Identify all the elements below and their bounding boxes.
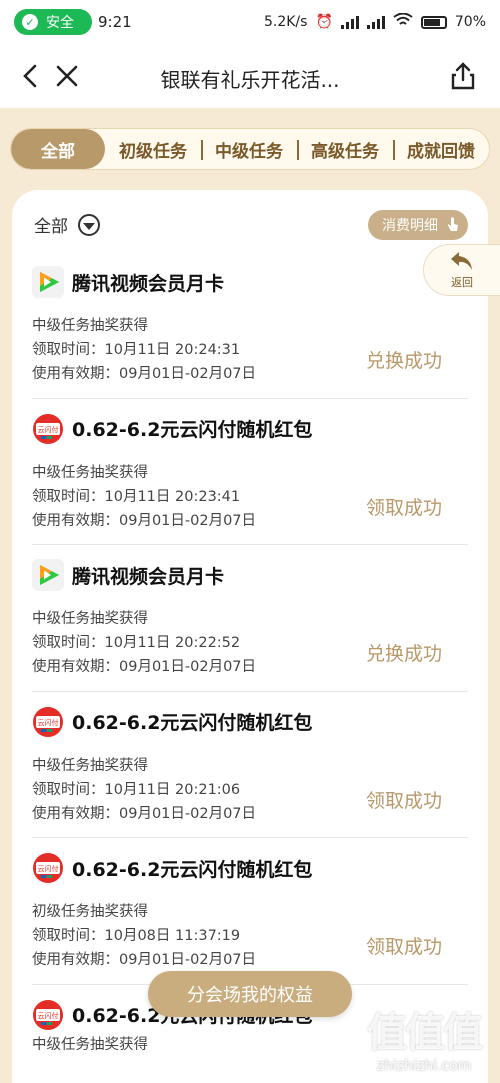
- watermark-text: zhizhizhi.com: [376, 1058, 472, 1074]
- item-status: 领取成功: [365, 936, 442, 958]
- signal-hd-icon: [366, 15, 385, 29]
- tencent-video-icon: [32, 559, 64, 591]
- item-validity: 使用有效期：09月01日-02月07日: [32, 659, 257, 675]
- close-icon: [56, 65, 78, 87]
- tab-beginner[interactable]: 初级任务: [105, 129, 201, 169]
- list-item[interactable]: 云闪付 0.62-6.2元云闪付随机红包 初级任务抽奖获得 领取时间：10月08…: [32, 838, 468, 985]
- list-item[interactable]: 云闪付 0.62-6.2元云闪付随机红包 中级任务抽奖获得 领取时间：10月11…: [32, 692, 468, 838]
- chevron-left-icon: [23, 64, 37, 88]
- item-status: 兑换成功: [365, 643, 442, 665]
- rewards-card: 全部 消费明细 腾讯视频会员月卡 中级任务抽奖获得 领取时间：10月11日 20…: [12, 190, 488, 1083]
- app-header: 银联有礼乐开花活...: [0, 44, 500, 108]
- consumption-detail-button[interactable]: 消费明细: [368, 210, 468, 240]
- safe-label: 安全: [46, 15, 74, 31]
- detail-button-label: 消费明细: [382, 218, 438, 234]
- item-title: 腾讯视频会员月卡: [72, 272, 225, 295]
- item-validity: 使用有效期：09月01日-02月07日: [32, 512, 257, 529]
- item-source: 初级任务抽奖获得: [32, 904, 148, 920]
- item-source: 中级任务抽奖获得: [32, 318, 148, 334]
- item-title: 腾讯视频会员月卡: [72, 565, 225, 588]
- item-status: 兑换成功: [365, 350, 442, 372]
- floating-back-button[interactable]: 返回: [423, 244, 500, 296]
- item-source: 中级任务抽奖获得: [32, 757, 148, 774]
- item-validity: 使用有效期：09月01日-02月07日: [32, 952, 257, 968]
- status-icons: 5.2K/s ⏰ 70%: [263, 12, 486, 31]
- cloud-quickpass-icon: 云闪付: [33, 413, 63, 444]
- svg-text:云闪付: 云闪付: [38, 864, 59, 873]
- dropdown-arrow-icon: [78, 213, 100, 236]
- item-title: 0.62-6.2元云闪付随机红包: [72, 712, 313, 734]
- list-item[interactable]: 腾讯视频会员月卡 中级任务抽奖获得 领取时间：10月11日 20:22:52 使…: [32, 545, 468, 692]
- item-received-time: 领取时间：10月11日 20:23:41: [32, 488, 241, 505]
- tencent-video-icon: [32, 266, 64, 298]
- item-source: 中级任务抽奖获得: [32, 1036, 148, 1053]
- item-title: 0.62-6.2元云闪付随机红包: [72, 419, 313, 441]
- cloud-quickpass-icon: 云闪付: [33, 999, 63, 1030]
- network-speed: 5.2K/s: [263, 14, 308, 30]
- status-time: 9:21: [98, 13, 132, 31]
- safe-indicator[interactable]: ✓ 安全: [14, 9, 92, 35]
- watermark-logo: 值值值: [367, 1010, 483, 1056]
- back-button[interactable]: [16, 58, 46, 94]
- cloud-quickpass-icon: 云闪付: [33, 706, 63, 737]
- tab-advanced[interactable]: 高级任务: [297, 129, 393, 169]
- tab-all[interactable]: 全部: [11, 129, 105, 169]
- shield-check-icon: ✓: [22, 14, 38, 30]
- filter-dropdown[interactable]: 全部: [34, 212, 100, 237]
- item-title: 0.62-6.2元云闪付随机红包: [72, 858, 313, 881]
- venue-rights-button[interactable]: 分会场我的权益: [148, 971, 352, 1017]
- item-received-time: 领取时间：10月11日 20:24:31: [32, 342, 241, 358]
- signal-icon: [340, 15, 359, 29]
- wifi-icon: [393, 12, 413, 31]
- item-status: 领取成功: [365, 789, 442, 812]
- status-bar: ✓ 安全 9:21 5.2K/s ⏰ 70%: [0, 0, 500, 44]
- alarm-icon: ⏰: [315, 14, 333, 30]
- hand-pointer-icon: [447, 217, 458, 231]
- tab-achievement[interactable]: 成就回馈: [393, 129, 489, 169]
- item-received-time: 领取时间：10月08日 11:37:19: [32, 928, 241, 944]
- page-title: 银联有礼乐开花活...: [160, 68, 340, 92]
- return-arrow-icon: [451, 252, 472, 270]
- share-button[interactable]: [448, 60, 478, 92]
- item-source: 中级任务抽奖获得: [32, 464, 148, 481]
- close-button[interactable]: [52, 58, 82, 94]
- svg-text:云闪付: 云闪付: [38, 1011, 59, 1020]
- task-tabs: 全部 初级任务 中级任务 高级任务 成就回馈: [10, 128, 490, 170]
- svg-text:云闪付: 云闪付: [38, 718, 59, 727]
- filter-label: 全部: [34, 217, 68, 237]
- svg-text:云闪付: 云闪付: [38, 425, 59, 434]
- item-validity: 使用有效期：09月01日-02月07日: [32, 366, 257, 382]
- item-status: 领取成功: [365, 496, 442, 519]
- item-received-time: 领取时间：10月11日 20:22:52: [32, 635, 241, 651]
- item-validity: 使用有效期：09月01日-02月07日: [32, 805, 257, 822]
- share-icon: [451, 62, 475, 90]
- item-received-time: 领取时间：10月11日 20:21:06: [32, 781, 241, 798]
- tab-intermediate[interactable]: 中级任务: [201, 129, 297, 169]
- cloud-quickpass-icon: 云闪付: [33, 853, 63, 883]
- list-item[interactable]: 腾讯视频会员月卡 中级任务抽奖获得 领取时间：10月11日 20:24:31 使…: [32, 252, 468, 399]
- item-source: 中级任务抽奖获得: [32, 611, 148, 627]
- floating-back-label: 返回: [451, 276, 473, 289]
- reward-list: 腾讯视频会员月卡 中级任务抽奖获得 领取时间：10月11日 20:24:31 使…: [32, 252, 468, 1083]
- battery-level: 70%: [454, 14, 486, 30]
- site-watermark: 值值值 zhizhizhi.com: [354, 1000, 494, 1080]
- list-item[interactable]: 云闪付 0.62-6.2元云闪付随机红包 中级任务抽奖获得 领取时间：10月11…: [32, 399, 468, 545]
- battery-icon: [420, 15, 447, 29]
